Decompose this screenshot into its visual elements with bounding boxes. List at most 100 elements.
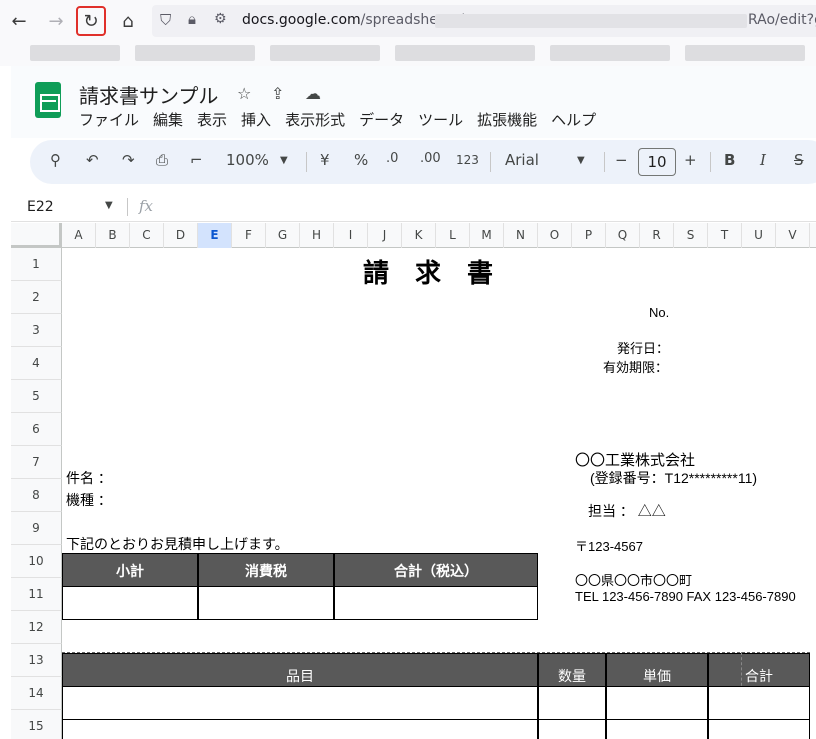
sheets-logo-icon[interactable]	[35, 82, 61, 118]
column-header-e[interactable]: E	[198, 223, 232, 248]
spreadsheet-grid[interactable]: ABCDEFGHIJKLMNOPQRSTUV 1 2 3 4 5 6 7 8 9 10 11 12 13…	[11, 223, 816, 739]
menu-file[interactable]: ファイル	[79, 109, 139, 130]
column-header-j[interactable]: J	[368, 223, 402, 248]
column-header-g[interactable]: G	[266, 223, 300, 248]
bold-button[interactable]: B	[724, 151, 735, 169]
name-box[interactable]: E22	[27, 199, 54, 215]
font-size-input[interactable]: 10	[638, 148, 676, 176]
column-header-n[interactable]: N	[504, 223, 538, 248]
column-header-l[interactable]: L	[436, 223, 470, 248]
menu-edit[interactable]: 編集	[153, 109, 183, 130]
zoom-dropdown-icon[interactable]: ▼	[280, 155, 288, 166]
move-folder-icon[interactable]: ⇪	[271, 84, 284, 103]
lock-icon[interactable]: 🔒︎	[188, 10, 196, 28]
column-header-i[interactable]: I	[334, 223, 368, 248]
item-row-cell[interactable]	[538, 719, 606, 739]
item-row-cell[interactable]	[62, 719, 538, 739]
bookmark-item[interactable]	[135, 45, 255, 61]
zoom-select[interactable]: 100%	[226, 151, 269, 169]
menu-view[interactable]: 表示	[197, 109, 227, 130]
item-row-cell[interactable]	[62, 686, 538, 720]
column-header-v[interactable]: V	[776, 223, 810, 248]
column-header-m[interactable]: M	[470, 223, 504, 248]
column-header-s[interactable]: S	[674, 223, 708, 248]
bookmark-item[interactable]	[395, 45, 535, 61]
bookmark-item[interactable]	[270, 45, 380, 61]
menu-extensions[interactable]: 拡張機能	[477, 109, 537, 130]
print-icon[interactable]: ⎙	[156, 151, 168, 169]
column-header-r[interactable]: R	[640, 223, 674, 248]
home-icon[interactable]: ⌂	[113, 6, 143, 36]
row-header-5[interactable]: 5	[11, 380, 62, 413]
column-header-h[interactable]: H	[300, 223, 334, 248]
column-header-k[interactable]: K	[402, 223, 436, 248]
menu-insert[interactable]: 挿入	[241, 109, 271, 130]
column-header-f[interactable]: F	[232, 223, 266, 248]
row-header-11[interactable]: 11	[11, 578, 62, 611]
column-header-p[interactable]: P	[572, 223, 606, 248]
back-icon[interactable]: ←	[4, 6, 34, 36]
row-header-15[interactable]: 15	[11, 710, 62, 739]
undo-icon[interactable]: ↶	[86, 151, 99, 169]
column-header-d[interactable]: D	[164, 223, 198, 248]
row-header-13[interactable]: 13	[11, 644, 62, 677]
row-header-12[interactable]: 12	[11, 611, 62, 644]
star-icon[interactable]: ☆	[237, 84, 251, 103]
increase-font-size-button[interactable]: +	[684, 151, 697, 169]
row-header-6[interactable]: 6	[11, 413, 62, 446]
tax-cell[interactable]	[198, 586, 334, 620]
item-row-cell[interactable]	[606, 719, 708, 739]
decrease-font-size-button[interactable]: −	[615, 151, 628, 169]
row-header-8[interactable]: 8	[11, 479, 62, 512]
bookmark-item[interactable]	[685, 45, 805, 61]
number-format-button[interactable]: 123	[456, 153, 479, 167]
paint-format-icon[interactable]: ⌐	[190, 151, 203, 169]
bookmark-item[interactable]	[30, 45, 120, 61]
strikethrough-button[interactable]: S	[794, 151, 804, 169]
menu-format[interactable]: 表示形式	[285, 109, 345, 130]
select-all-corner[interactable]	[11, 223, 62, 248]
row-header-14[interactable]: 14	[11, 677, 62, 710]
row-header-2[interactable]: 2	[11, 281, 62, 314]
reload-icon[interactable]: ↻	[76, 6, 106, 36]
redo-icon[interactable]: ↷	[122, 151, 135, 169]
row-header-9[interactable]: 9	[11, 512, 62, 545]
column-header-t[interactable]: T	[708, 223, 742, 248]
item-row-cell[interactable]	[538, 686, 606, 720]
column-header-b[interactable]: B	[96, 223, 130, 248]
column-header-q[interactable]: Q	[606, 223, 640, 248]
decrease-decimal-button[interactable]: .0	[386, 151, 398, 166]
forward-icon[interactable]: →	[41, 6, 71, 36]
menu-data[interactable]: データ	[359, 109, 404, 130]
item-row-cell[interactable]	[606, 686, 708, 720]
cloud-status-icon[interactable]: ☁	[305, 84, 321, 103]
menu-tools[interactable]: ツール	[418, 109, 463, 130]
shield-icon[interactable]: ⛉	[160, 11, 171, 29]
percent-format-button[interactable]: %	[354, 151, 368, 169]
font-family-select[interactable]: Arial	[505, 151, 539, 169]
permissions-icon[interactable]: ⚙	[214, 11, 227, 27]
row-header-7[interactable]: 7	[11, 446, 62, 479]
column-header-a[interactable]: A	[62, 223, 96, 248]
name-box-dropdown-icon[interactable]: ▼	[105, 200, 113, 211]
currency-format-button[interactable]: ¥	[320, 151, 330, 169]
url-bar[interactable]: ⛉ 🔒︎ ⚙ docs.google.com/spreadsheets/ RAo…	[152, 5, 816, 37]
row-header-4[interactable]: 4	[11, 347, 62, 380]
search-icon[interactable]: ⚲	[50, 151, 61, 169]
item-row-cell[interactable]	[708, 719, 810, 739]
row-header-1[interactable]: 1	[11, 248, 62, 281]
subtotal-cell[interactable]	[62, 586, 198, 620]
menu-help[interactable]: ヘルプ	[551, 109, 596, 130]
row-header-10[interactable]: 10	[11, 545, 62, 578]
increase-decimal-button[interactable]: .00	[420, 151, 441, 166]
column-header-c[interactable]: C	[130, 223, 164, 248]
total-cell[interactable]	[334, 586, 538, 620]
bookmark-item[interactable]	[550, 45, 670, 61]
column-header-u[interactable]: U	[742, 223, 776, 248]
row-header-3[interactable]: 3	[11, 314, 62, 347]
column-header-o[interactable]: O	[538, 223, 572, 248]
document-title[interactable]: 請求書サンプル	[79, 80, 218, 109]
italic-button[interactable]: I	[760, 151, 766, 169]
font-dropdown-icon[interactable]: ▼	[577, 155, 585, 166]
item-row-cell[interactable]	[708, 686, 810, 720]
